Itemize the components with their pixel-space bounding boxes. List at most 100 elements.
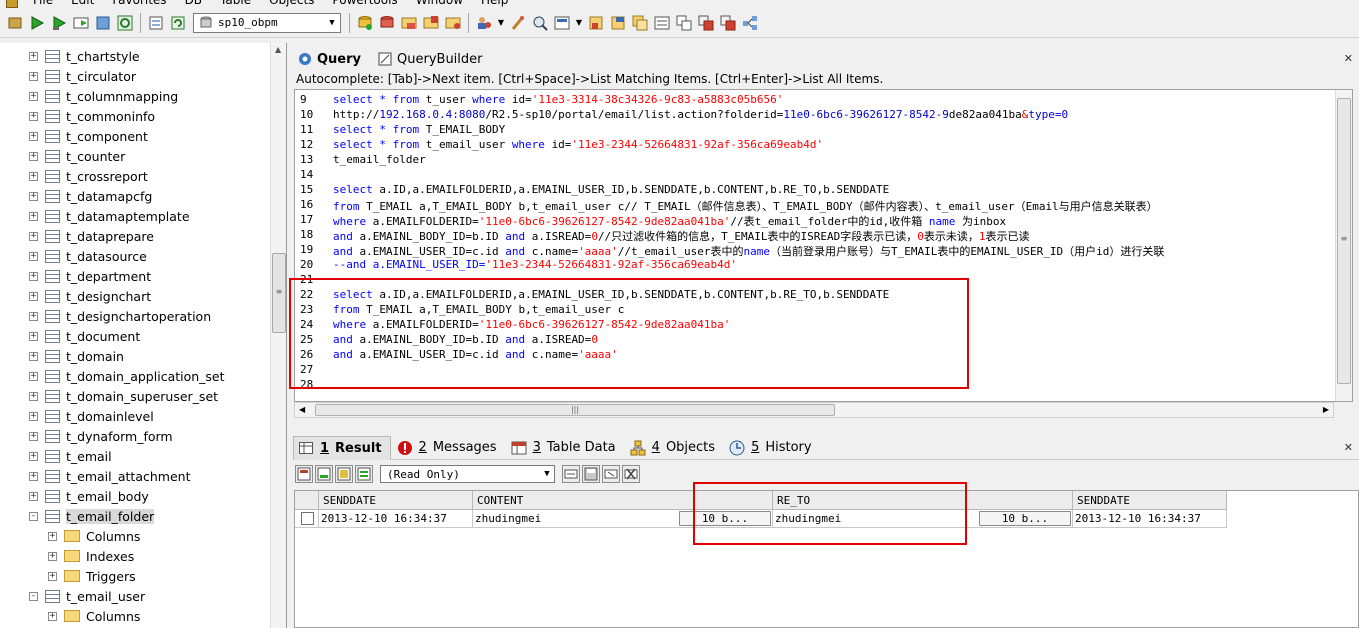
tree-scroll-thumb[interactable]: ≡	[272, 253, 286, 333]
expand-icon[interactable]: +	[29, 211, 38, 221]
tree-node[interactable]: + Indexes	[48, 546, 134, 566]
expand-icon[interactable]: +	[29, 291, 38, 301]
menu-table[interactable]: Table	[211, 0, 260, 8]
cancel-edit-icon[interactable]	[622, 465, 640, 483]
tab-querybuilder[interactable]: QueryBuilder	[373, 51, 483, 67]
code-line[interactable]: select * from t_user where id='11e3-3314…	[333, 93, 783, 106]
tree-node[interactable]: - t_email_folder	[29, 506, 155, 526]
stop-icon[interactable]	[94, 14, 112, 32]
expand-icon[interactable]: +	[48, 551, 57, 561]
tree-node[interactable]: + t_domain	[29, 346, 124, 366]
schema-designer-icon[interactable]	[741, 14, 759, 32]
notifications-icon[interactable]	[719, 14, 737, 32]
export-icon[interactable]	[609, 14, 627, 32]
code-line[interactable]: select * from t_email_user where id='11e…	[333, 138, 823, 151]
menu-help[interactable]: Help	[472, 0, 517, 8]
expand-icon[interactable]: +	[48, 531, 57, 541]
create-table-icon[interactable]	[400, 14, 418, 32]
tree-node[interactable]: + t_domain_application_set	[29, 366, 225, 386]
tree-node[interactable]: + t_columnmapping	[29, 86, 178, 106]
code-line[interactable]: select a.ID,a.EMAILFOLDERID,a.EMAINL_USE…	[333, 183, 889, 196]
new-connection-icon[interactable]	[6, 14, 24, 32]
import-icon[interactable]	[587, 14, 605, 32]
expand-icon[interactable]: +	[29, 71, 38, 81]
tree-node[interactable]: + t_domainlevel	[29, 406, 154, 426]
tree-node[interactable]: + t_counter	[29, 146, 125, 166]
expand-icon[interactable]: +	[29, 431, 38, 441]
expand-icon[interactable]: +	[29, 91, 38, 101]
editor-scroll-thumb[interactable]: ≡	[1337, 98, 1351, 384]
text-view-icon[interactable]	[355, 465, 373, 483]
copy-result-icon[interactable]	[315, 465, 333, 483]
expand-icon[interactable]: +	[29, 491, 38, 501]
tree-node[interactable]: + t_component	[29, 126, 148, 146]
tree-node[interactable]: + t_designchart	[29, 286, 151, 306]
tree-node[interactable]: + t_dataprepare	[29, 226, 154, 246]
code-line[interactable]: t_email_folder	[333, 153, 426, 166]
tab-messages[interactable]: 2 Messages	[393, 436, 505, 460]
cell-senddate[interactable]: 2013-12-10 16:34:37	[319, 510, 473, 528]
expand-icon[interactable]: +	[29, 371, 38, 381]
expand-icon[interactable]: +	[29, 451, 38, 461]
sql-editor[interactable]: 9 10 11 12 13 14 15 16 17 18 19 20 21 22 23 24 25 26 27 28 …	[294, 89, 1353, 402]
menu-window[interactable]: Window	[407, 0, 472, 8]
tree-node[interactable]: + t_chartstyle	[29, 46, 140, 66]
sync-icon[interactable]	[169, 14, 187, 32]
expand-icon[interactable]: +	[29, 351, 38, 361]
tree-node[interactable]: + t_crossreport	[29, 166, 148, 186]
copy-table-icon[interactable]	[631, 14, 649, 32]
tree-node[interactable]: + t_domain_superuser_set	[29, 386, 218, 406]
close-icon[interactable]: ✕	[1344, 52, 1353, 65]
tab-history[interactable]: 5 History	[725, 436, 820, 460]
save-icon[interactable]	[582, 465, 600, 483]
alter-database-icon[interactable]	[378, 14, 396, 32]
tree-node[interactable]: + t_email_body	[29, 486, 149, 506]
re-to-blob-button[interactable]: 10 b...	[979, 511, 1071, 526]
scroll-right-icon[interactable]: ▶	[1323, 405, 1329, 414]
editor-vertical-scrollbar[interactable]: ≡	[1335, 90, 1352, 401]
expand-icon[interactable]: +	[29, 391, 38, 401]
create-database-icon[interactable]	[356, 14, 374, 32]
code-line[interactable]: from T_EMAIL a,T_EMAIL_BODY b,t_email_us…	[333, 198, 1158, 214]
code-line[interactable]: and a.EMAINL_BODY_ID=b.ID and a.ISREAD=0	[333, 333, 598, 346]
code-line[interactable]: and a.EMAINL_BODY_ID=b.ID and a.ISREAD=0…	[333, 228, 1030, 244]
data-sync-icon[interactable]	[675, 14, 693, 32]
code-line[interactable]: select * from T_EMAIL_BODY	[333, 123, 505, 136]
backup-icon[interactable]	[553, 14, 571, 32]
database-select[interactable]: sp10_obpm ▼	[193, 12, 341, 33]
expand-icon[interactable]: +	[48, 611, 57, 621]
expand-icon[interactable]: +	[29, 151, 38, 161]
expand-icon[interactable]: +	[29, 231, 38, 241]
content-blob-button[interactable]: 10 b...	[679, 511, 771, 526]
tab-objects[interactable]: 4 Objects	[626, 436, 723, 460]
tree-node[interactable]: + t_dynaform_form	[29, 426, 173, 446]
code-line[interactable]: from T_EMAIL a,T_EMAIL_BODY b,t_email_us…	[333, 303, 624, 316]
tab-table-data[interactable]: 3 Table Data	[507, 436, 624, 460]
column-header-content[interactable]: CONTENT	[473, 491, 773, 510]
code-line[interactable]: http://192.168.0.4:8080/R2.5-sp10/portal…	[333, 108, 1068, 121]
tree-node[interactable]: + t_document	[29, 326, 140, 346]
code-line[interactable]: select a.ID,a.EMAILFOLDERID,a.EMAINL_USE…	[333, 288, 889, 301]
code-line[interactable]: --and a.EMAINL_USER_ID='11e3-2344-526648…	[333, 258, 737, 271]
editor-horizontal-scrollbar[interactable]: ◀ ||| ▶	[294, 402, 1334, 418]
column-header-re-to[interactable]: RE_TO	[773, 491, 1073, 510]
code-line[interactable]: where a.EMAILFOLDERID='11e0-6bc6-3962612…	[333, 318, 730, 331]
tab-result[interactable]: 1 Result	[293, 435, 391, 460]
tree-node[interactable]: + t_designchartoperation	[29, 306, 211, 326]
cell-senddate-2[interactable]: 2013-12-10 16:34:37	[1073, 510, 1227, 528]
refresh-icon[interactable]	[116, 14, 134, 32]
expand-icon[interactable]: +	[29, 111, 38, 121]
menu-powertools[interactable]: Powertools	[323, 0, 406, 8]
tree-node[interactable]: + t_email_attachment	[29, 466, 190, 486]
collapse-icon[interactable]: -	[29, 511, 38, 521]
code-line[interactable]: and a.EMAINL_USER_ID=c.id and c.name='aa…	[333, 348, 618, 361]
expand-icon[interactable]: +	[29, 171, 38, 181]
expand-icon[interactable]: +	[48, 571, 57, 581]
execute-edit-icon[interactable]	[72, 14, 90, 32]
tab-query[interactable]: Query	[293, 51, 361, 67]
tree-node[interactable]: + t_department	[29, 266, 151, 286]
add-row-icon[interactable]	[562, 465, 580, 483]
scheduler-icon[interactable]	[697, 14, 715, 32]
tree-node[interactable]: - t_email_user	[29, 586, 145, 606]
expand-icon[interactable]: +	[29, 131, 38, 141]
